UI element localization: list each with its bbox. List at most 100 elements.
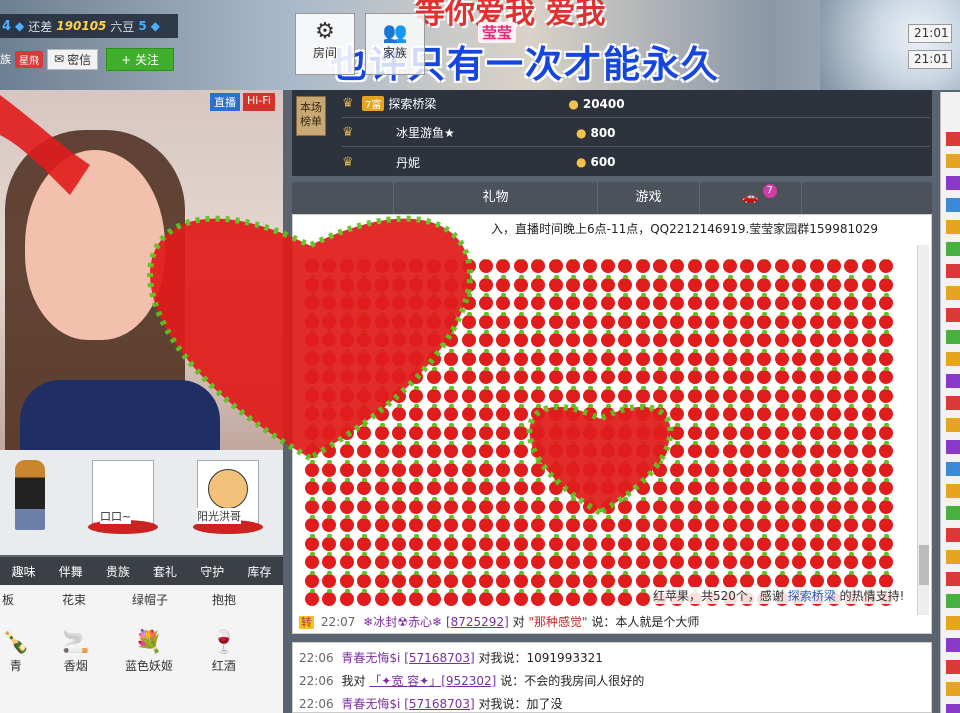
mail-icon: ✉	[54, 52, 65, 66]
scroll-thumb[interactable]	[919, 545, 929, 585]
gift-item[interactable]: 🍷 红酒	[210, 629, 237, 674]
message-button[interactable]: ✉ 密信	[47, 48, 99, 70]
chat-user[interactable]: 青春无悔$i	[341, 651, 400, 665]
apple-gift-animation	[305, 259, 897, 609]
tab-gift[interactable]: 礼物	[394, 182, 598, 214]
gift-item[interactable]: 🍾 青	[2, 629, 29, 674]
rank-row[interactable]: ♛ 丹妮 ● 600	[342, 148, 930, 176]
user-list-item[interactable]	[946, 242, 960, 256]
room-settings-button[interactable]: ⚙ 房间	[295, 13, 355, 75]
level-gap-value: 190105	[56, 19, 107, 33]
guard-seat[interactable]: 口口~	[88, 460, 158, 540]
tab-car[interactable]: 🚗 7	[700, 182, 802, 214]
gift-thanks-caption: 红苹果，共520个，感谢 探索桥梁 的热情支持!	[653, 587, 905, 604]
user-list-item[interactable]	[946, 506, 960, 520]
user-list-item[interactable]	[946, 154, 960, 168]
gift-label: 蓝色妖姬	[125, 659, 174, 673]
chat-user-id[interactable]: [57168703]	[404, 697, 474, 711]
chat-user[interactable]: ❄冰封☢赤心❄	[363, 615, 442, 629]
avatar-figure	[15, 460, 45, 530]
room-settings-label: 房间	[312, 46, 337, 60]
gift-tab[interactable]: 守护	[200, 563, 224, 580]
private-chat-panel: 22:06 青春无悔$i [57168703] 对我说：1091993321 2…	[292, 642, 932, 713]
user-list-item[interactable]	[946, 132, 960, 146]
coin-icon: ●	[576, 125, 587, 140]
chat-connector: 对	[512, 615, 525, 629]
gift-item[interactable]: 💐 蓝色妖姬	[125, 629, 173, 674]
user-list-item[interactable]	[946, 286, 960, 300]
gift-item[interactable]: 花束	[62, 591, 86, 608]
next-level: 5	[138, 19, 147, 33]
user-list-item[interactable]	[946, 396, 960, 410]
family-label: 家族	[382, 46, 407, 60]
message-button-label: 密信	[67, 52, 92, 67]
video-player[interactable]	[0, 90, 283, 450]
chat-user[interactable]: 青春无悔$i	[341, 697, 400, 711]
chat-user-id[interactable]: 「✦宽 容✦」[952302]	[369, 674, 496, 688]
live-tags: 直播 Hi-Fi	[210, 93, 275, 111]
user-list-item[interactable]	[946, 374, 960, 388]
user-list-item[interactable]	[946, 594, 960, 608]
gift-label: 绿帽子	[132, 593, 169, 607]
gift-item[interactable]: 板	[2, 591, 14, 608]
rank-row[interactable]: ♛ 7富 探索桥梁 ● 20400	[342, 90, 930, 118]
user-list-item[interactable]	[946, 264, 960, 278]
time-display: 21:01	[908, 50, 952, 69]
car-count-badge: 7	[762, 184, 777, 198]
user-list-item[interactable]	[946, 616, 960, 630]
chat-user-id[interactable]: [8725292]	[446, 615, 509, 629]
chat-text: 对我说：1091993321	[478, 651, 603, 665]
guard-avatar[interactable]	[10, 460, 50, 540]
user-list-item[interactable]	[946, 704, 960, 713]
user-list-item[interactable]	[946, 330, 960, 344]
tab-chat[interactable]	[292, 182, 394, 214]
family-button[interactable]: 👥 家族	[365, 13, 425, 75]
gift-tab[interactable]: 伴舞	[59, 563, 83, 580]
follow-button[interactable]: + 关注	[106, 47, 174, 71]
chat-scrollbar[interactable]	[917, 245, 929, 615]
gear-icon: ⚙	[315, 19, 335, 44]
gift-item[interactable]: 抱抱	[212, 591, 236, 608]
gift-tab[interactable]: 贵族	[106, 563, 130, 580]
gift-tab[interactable]: 库存	[247, 563, 271, 580]
gift-caption-text: 红苹果，共520个，感谢	[653, 589, 784, 603]
chat-text: 说：本人就是个大师	[591, 615, 700, 629]
coin-icon: ●	[568, 96, 579, 111]
guard-seat[interactable]: 阳光洪哥	[193, 460, 263, 540]
user-list-item[interactable]	[946, 638, 960, 652]
wealth-level: 7富	[362, 96, 385, 111]
gift-tab[interactable]: 趣味	[12, 563, 36, 580]
user-list-item[interactable]	[946, 660, 960, 674]
tab-game[interactable]: 游戏	[598, 182, 700, 214]
chat-target[interactable]: "那种感觉"	[528, 615, 587, 629]
gift-item[interactable]: 绿帽子	[132, 591, 168, 608]
right-user-list[interactable]	[940, 92, 960, 713]
user-list-item[interactable]	[946, 484, 960, 498]
diamond-icon: ◆	[150, 19, 161, 33]
user-list-item[interactable]	[946, 418, 960, 432]
user-list-item[interactable]	[946, 550, 960, 564]
user-list-item[interactable]	[946, 352, 960, 366]
chat-user-id[interactable]: [57168703]	[404, 651, 474, 665]
user-list-item[interactable]	[946, 440, 960, 454]
medal-icon: ♛	[342, 125, 354, 140]
user-list-item[interactable]	[946, 462, 960, 476]
rank-badge: 本场榜单	[296, 96, 326, 136]
user-list-item[interactable]	[946, 572, 960, 586]
chat-time: 22:06	[299, 697, 334, 711]
gift-item[interactable]: 🚬 香烟	[62, 629, 89, 674]
chat-message: 22:06 青春无悔$i [57168703] 对我说：1091993321	[299, 649, 603, 666]
user-list-item[interactable]	[946, 308, 960, 322]
streamer-actions: 族 星飛 ✉ 密信 + 关注	[0, 47, 174, 71]
user-list-item[interactable]	[946, 198, 960, 212]
gift-caption-user[interactable]: 探索桥梁	[788, 589, 836, 603]
user-list-item[interactable]	[946, 528, 960, 542]
user-list-item[interactable]	[946, 220, 960, 234]
rank-amount: 600	[590, 155, 616, 169]
chat-message: 22:06 我对 「✦宽 容✦」[952302] 说：不会的我房间人很好的	[299, 672, 644, 689]
user-list-item[interactable]	[946, 176, 960, 190]
gift-tab[interactable]: 套礼	[153, 563, 177, 580]
rank-row[interactable]: ♛ 冰里游鱼★ ● 800	[342, 119, 930, 147]
user-list-item[interactable]	[946, 682, 960, 696]
clan-badge[interactable]: 星飛	[15, 50, 43, 68]
